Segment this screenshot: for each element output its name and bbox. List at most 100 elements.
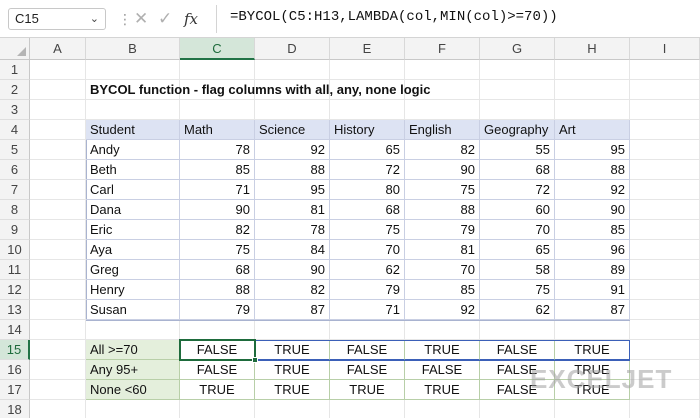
score-cell[interactable]: 81 (405, 240, 480, 260)
result-value-cell[interactable]: TRUE (255, 380, 330, 400)
score-cell[interactable]: 88 (255, 160, 330, 180)
score-cell[interactable]: 95 (255, 180, 330, 200)
table-header-cell[interactable]: Student (86, 120, 180, 140)
column-header-i[interactable]: I (630, 38, 700, 60)
row-header-6[interactable]: 6 (0, 160, 30, 180)
row-header-8[interactable]: 8 (0, 200, 30, 220)
result-label-cell[interactable]: Any 95+ (86, 360, 180, 380)
score-cell[interactable]: 89 (555, 260, 630, 280)
score-cell[interactable]: 95 (555, 140, 630, 160)
row-header-3[interactable]: 3 (0, 100, 30, 120)
score-cell[interactable]: 90 (255, 260, 330, 280)
drag-handle-icon[interactable]: ⋮ (118, 10, 132, 28)
row-header-2[interactable]: 2 (0, 80, 30, 100)
score-cell[interactable]: 91 (555, 280, 630, 300)
result-value-cell[interactable]: FALSE (330, 360, 405, 380)
score-cell[interactable]: 70 (405, 260, 480, 280)
formula-input[interactable]: =BYCOL(C5:H13,LAMBDA(col,MIN(col)>=70)) (230, 9, 558, 25)
column-header-b[interactable]: B (86, 38, 180, 60)
row-header-12[interactable]: 12 (0, 280, 30, 300)
student-name-cell[interactable]: Beth (86, 160, 180, 180)
score-cell[interactable]: 90 (180, 200, 255, 220)
column-header-g[interactable]: G (480, 38, 555, 60)
score-cell[interactable]: 72 (330, 160, 405, 180)
column-header-a[interactable]: A (30, 38, 86, 60)
row-header-13[interactable]: 13 (0, 300, 30, 320)
score-cell[interactable]: 62 (330, 260, 405, 280)
score-cell[interactable]: 70 (480, 220, 555, 240)
student-name-cell[interactable]: Greg (86, 260, 180, 280)
score-cell[interactable]: 92 (555, 180, 630, 200)
row-header-1[interactable]: 1 (0, 60, 30, 80)
row-header-14[interactable]: 14 (0, 320, 30, 340)
student-name-cell[interactable]: Dana (86, 200, 180, 220)
column-header-f[interactable]: F (405, 38, 480, 60)
score-cell[interactable]: 79 (405, 220, 480, 240)
column-header-c[interactable]: C (180, 38, 255, 60)
table-header-cell[interactable]: English (405, 120, 480, 140)
row-header-4[interactable]: 4 (0, 120, 30, 140)
result-value-cell[interactable]: FALSE (405, 360, 480, 380)
result-value-cell[interactable]: FALSE (180, 360, 255, 380)
score-cell[interactable]: 65 (480, 240, 555, 260)
score-cell[interactable]: 58 (480, 260, 555, 280)
score-cell[interactable]: 82 (180, 220, 255, 240)
row-header-10[interactable]: 10 (0, 240, 30, 260)
score-cell[interactable]: 78 (180, 140, 255, 160)
score-cell[interactable]: 88 (405, 200, 480, 220)
score-cell[interactable]: 79 (180, 300, 255, 320)
sheet-title[interactable]: BYCOL function - flag columns with all, … (90, 80, 430, 100)
select-all-button[interactable] (0, 38, 30, 60)
student-name-cell[interactable]: Carl (86, 180, 180, 200)
score-cell[interactable]: 55 (480, 140, 555, 160)
score-cell[interactable]: 75 (405, 180, 480, 200)
score-cell[interactable]: 84 (255, 240, 330, 260)
row-header-15[interactable]: 15 (0, 340, 30, 360)
result-value-cell[interactable]: TRUE (255, 360, 330, 380)
column-header-e[interactable]: E (330, 38, 405, 60)
column-header-h[interactable]: H (555, 38, 630, 60)
score-cell[interactable]: 75 (480, 280, 555, 300)
score-cell[interactable]: 85 (405, 280, 480, 300)
score-cell[interactable]: 79 (330, 280, 405, 300)
student-name-cell[interactable]: Henry (86, 280, 180, 300)
score-cell[interactable]: 88 (555, 160, 630, 180)
score-cell[interactable]: 87 (555, 300, 630, 320)
result-label-cell[interactable]: All >=70 (86, 340, 180, 360)
row-header-18[interactable]: 18 (0, 400, 30, 418)
score-cell[interactable]: 87 (255, 300, 330, 320)
cancel-icon[interactable]: ✕ (134, 9, 152, 29)
score-cell[interactable]: 82 (255, 280, 330, 300)
score-cell[interactable]: 78 (255, 220, 330, 240)
chevron-down-icon[interactable]: ⌄ (90, 12, 99, 25)
row-header-7[interactable]: 7 (0, 180, 30, 200)
table-header-cell[interactable]: Science (255, 120, 330, 140)
student-name-cell[interactable]: Andy (86, 140, 180, 160)
score-cell[interactable]: 75 (180, 240, 255, 260)
score-cell[interactable]: 68 (480, 160, 555, 180)
row-header-5[interactable]: 5 (0, 140, 30, 160)
student-name-cell[interactable]: Eric (86, 220, 180, 240)
score-cell[interactable]: 85 (555, 220, 630, 240)
result-value-cell[interactable]: TRUE (405, 380, 480, 400)
score-cell[interactable]: 88 (180, 280, 255, 300)
score-cell[interactable]: 96 (555, 240, 630, 260)
score-cell[interactable]: 65 (330, 140, 405, 160)
fill-handle[interactable] (252, 357, 258, 363)
table-header-cell[interactable]: Math (180, 120, 255, 140)
column-header-d[interactable]: D (255, 38, 330, 60)
student-name-cell[interactable]: Susan (86, 300, 180, 320)
score-cell[interactable]: 68 (330, 200, 405, 220)
score-cell[interactable]: 92 (255, 140, 330, 160)
active-cell-selection[interactable] (179, 339, 256, 361)
score-cell[interactable]: 72 (480, 180, 555, 200)
name-box[interactable]: C15 ⌄ (8, 8, 106, 30)
result-label-cell[interactable]: None <60 (86, 380, 180, 400)
table-header-cell[interactable]: Geography (480, 120, 555, 140)
score-cell[interactable]: 71 (330, 300, 405, 320)
row-header-16[interactable]: 16 (0, 360, 30, 380)
row-header-11[interactable]: 11 (0, 260, 30, 280)
student-name-cell[interactable]: Aya (86, 240, 180, 260)
score-cell[interactable]: 85 (180, 160, 255, 180)
score-cell[interactable]: 92 (405, 300, 480, 320)
